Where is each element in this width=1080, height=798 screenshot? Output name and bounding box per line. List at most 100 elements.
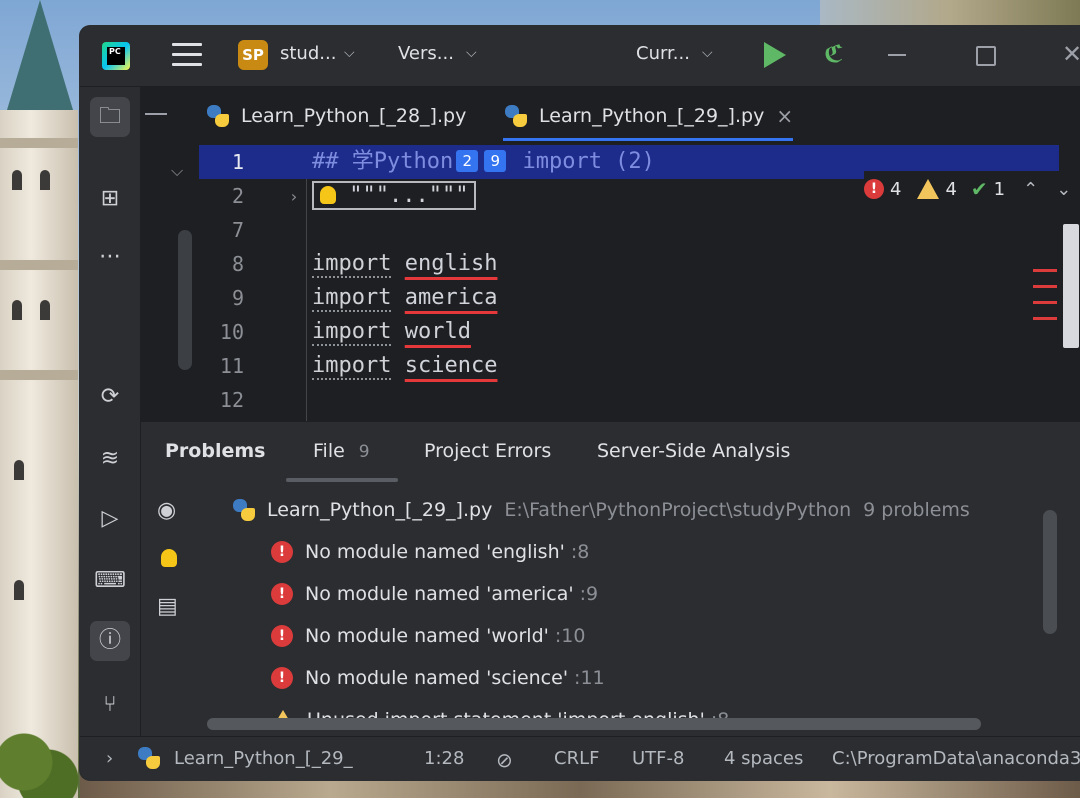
python-file-icon — [503, 103, 529, 129]
line-content: import america — [312, 281, 497, 315]
more-tools-icon[interactable]: ⋯ — [90, 237, 130, 277]
collapse-icon[interactable] — [145, 113, 167, 115]
tower-window — [12, 300, 22, 320]
breadcrumb-expand-icon[interactable]: › — [106, 748, 113, 769]
problems-tabs: Problems File 9 Project Errors Server-Sid… — [141, 422, 1080, 482]
file-encoding[interactable]: UTF-8 — [632, 748, 684, 769]
run-config-selector[interactable]: Curr... — [636, 43, 690, 64]
tab-label: Learn_Python_[_28_].py — [241, 105, 467, 127]
code-line[interactable]: 7 — [199, 213, 1059, 247]
next-problem-icon[interactable]: ⌄ — [1056, 179, 1071, 200]
problems-icon[interactable]: ⓘ — [90, 621, 130, 661]
tower-window — [14, 460, 24, 480]
tab-server-side-analysis[interactable]: Server-Side Analysis — [597, 440, 790, 462]
previous-problem-icon[interactable]: ⌃ — [1023, 179, 1038, 200]
chevron-down-icon[interactable]: ⌵ — [702, 45, 713, 61]
problem-line: :8 — [570, 541, 590, 563]
ide-window: PC SP stud... ⌵ Vers... ⌵ Curr... ⌵ ℭ ✕ … — [80, 26, 1080, 780]
problem-item[interactable]: ! No module named 'america' :9 — [271, 574, 598, 614]
python-console-icon[interactable]: ⟳ — [90, 377, 130, 417]
code-line[interactable]: 10 import world — [199, 315, 1059, 349]
maximize-button[interactable] — [976, 46, 996, 66]
tower-window — [40, 170, 50, 190]
error-icon: ! — [271, 583, 293, 605]
project-folder-icon[interactable]: 🗀 — [90, 97, 130, 137]
problem-text: No module named 'english' — [305, 541, 565, 563]
pycharm-logo-icon[interactable]: PC — [102, 42, 130, 70]
file-node[interactable]: Learn_Python_[_29_].py E:\Father\PythonP… — [231, 490, 970, 530]
error-stripe-mark[interactable] — [1033, 285, 1057, 288]
tab-learn-python-29[interactable]: Learn_Python_[_29_].py × — [503, 87, 794, 145]
module-name: world — [404, 319, 471, 344]
code-line[interactable]: 12 — [199, 383, 1059, 417]
main-menu-icon[interactable] — [172, 43, 202, 69]
warning-icon — [917, 179, 940, 199]
import-keyword: import — [312, 251, 392, 278]
problems-title: Problems — [165, 440, 266, 462]
error-stripe-mark[interactable] — [1033, 269, 1057, 272]
error-stripe-mark[interactable] — [1033, 301, 1057, 304]
project-badge[interactable]: SP — [238, 40, 268, 70]
problem-item[interactable]: ! No module named 'world' :10 — [271, 616, 585, 656]
editor: Learn_Python_[_28_].py Learn_Python_[_29… — [141, 87, 1080, 421]
code-line[interactable]: 11 import science — [199, 349, 1059, 383]
layers-icon[interactable]: ≋ — [90, 439, 130, 479]
tower-window — [40, 300, 50, 320]
git-icon[interactable]: ⑂ — [90, 685, 130, 725]
comment-text: import (2) — [509, 149, 655, 174]
debug-icon[interactable]: ℭ — [824, 40, 844, 68]
problem-item[interactable]: ! No module named 'science' :11 — [271, 658, 605, 698]
python-file-icon — [205, 103, 231, 129]
tab-project-errors[interactable]: Project Errors — [424, 440, 551, 462]
terminal-icon[interactable]: ⌨ — [90, 561, 130, 601]
close-window-button[interactable]: ✕ — [1062, 40, 1080, 68]
lightbulb-icon[interactable] — [161, 546, 177, 571]
problems-vertical-scrollbar[interactable] — [1043, 510, 1057, 634]
problem-item[interactable]: ! No module named 'english' :8 — [271, 532, 589, 572]
warning-count: 4 — [945, 178, 957, 200]
read-only-toggle-icon[interactable]: ⊘ — [496, 748, 513, 772]
minimize-button[interactable] — [888, 54, 906, 56]
expand-fold-icon[interactable]: › — [289, 187, 299, 206]
module-name: america — [404, 285, 498, 310]
lightbulb-icon[interactable] — [320, 186, 336, 204]
tab-file[interactable]: File 9 — [313, 440, 370, 462]
chevron-down-icon[interactable]: ⌵ — [171, 161, 183, 181]
project-name[interactable]: stud... — [280, 43, 336, 64]
code-line[interactable]: 8 import english — [199, 247, 1059, 281]
line-number: 8 — [231, 252, 244, 276]
chevron-down-icon[interactable]: ⌵ — [466, 45, 477, 61]
vertical-scrollbar[interactable] — [178, 230, 192, 370]
editor-scrollbar-thumb[interactable] — [1063, 224, 1079, 348]
status-bar: › Learn_Python_[_29_ 1:28 ⊘ CRLF UTF-8 4… — [80, 736, 1080, 780]
line-separator[interactable]: CRLF — [554, 748, 599, 769]
python-interpreter[interactable]: C:\ProgramData\anaconda3 — [832, 748, 1080, 769]
preview-icon[interactable]: ▤ — [157, 594, 178, 619]
line-content: ## 学Python 2 9 import (2) — [312, 145, 655, 179]
inspection-widget[interactable]: ! 4 4 ✔ 1 ⌃ ⌄ — [864, 171, 1080, 207]
import-keyword: import — [312, 353, 392, 380]
caret-position[interactable]: 1:28 — [424, 748, 464, 769]
breadcrumb[interactable]: Learn_Python_[_29_ — [174, 748, 353, 769]
module-name: english — [404, 251, 498, 276]
vcs-widget[interactable]: Vers... — [398, 43, 454, 64]
problems-tree: Learn_Python_[_29_].py E:\Father\PythonP… — [231, 482, 1041, 731]
error-icon: ! — [271, 541, 293, 563]
folded-docstring[interactable]: """...""" — [312, 181, 477, 210]
error-stripe-mark[interactable] — [1033, 317, 1057, 320]
import-keyword: import — [312, 285, 392, 312]
indent-setting[interactable]: 4 spaces — [724, 748, 803, 769]
eye-icon[interactable]: ◉ — [157, 498, 176, 523]
services-run-icon[interactable]: ▷ — [90, 499, 130, 539]
tower-window — [12, 170, 22, 190]
structure-icon[interactable]: ⊞ — [90, 179, 130, 219]
run-icon[interactable] — [764, 42, 786, 68]
chevron-down-icon[interactable]: ⌵ — [344, 45, 355, 61]
problem-line: :10 — [554, 625, 586, 647]
close-tab-icon[interactable]: × — [776, 104, 793, 128]
problems-horizontal-scrollbar[interactable] — [207, 718, 981, 730]
file-node-name: Learn_Python_[_29_].py — [267, 499, 493, 521]
line-number: 2 — [231, 184, 244, 208]
tab-learn-python-28[interactable]: Learn_Python_[_28_].py — [205, 87, 466, 145]
code-line[interactable]: 9 import america — [199, 281, 1059, 315]
